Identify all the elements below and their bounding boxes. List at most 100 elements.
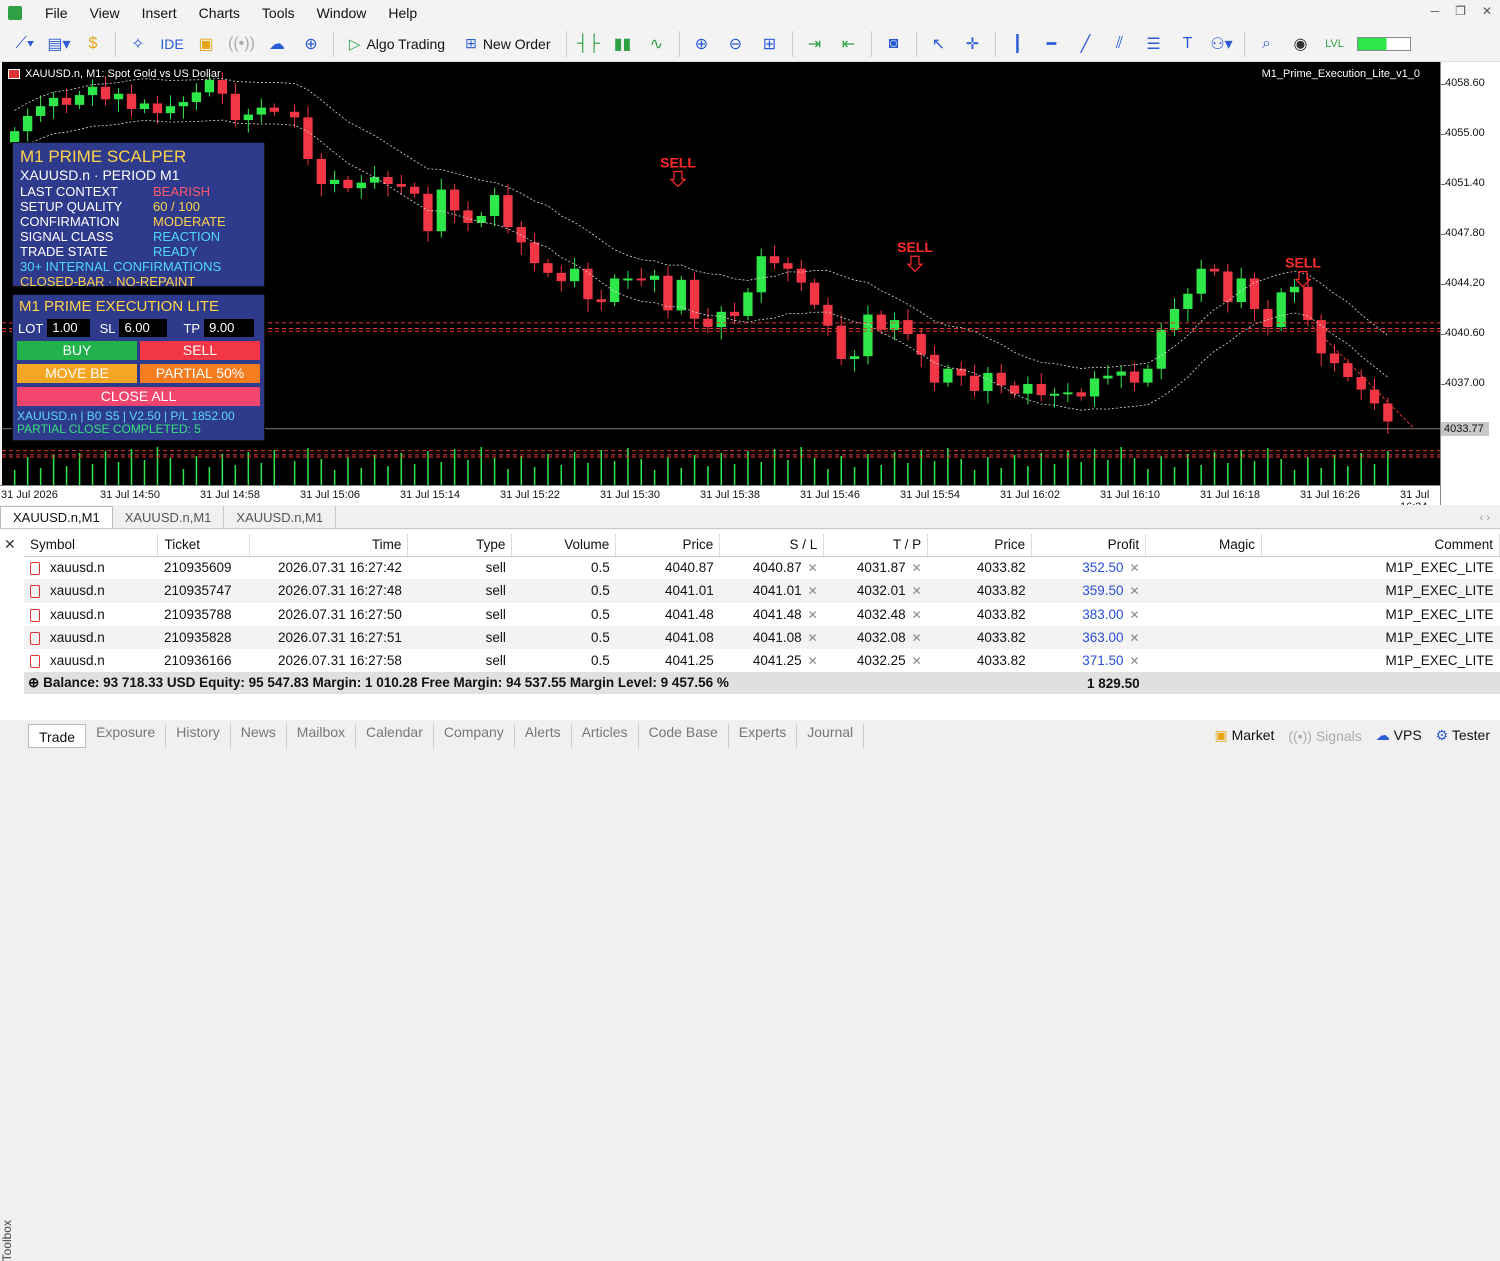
sell-button[interactable]: SELL [140, 341, 260, 360]
tab-scroll-arrows[interactable]: ‹ › [1470, 512, 1500, 528]
horizontal-line-icon[interactable]: ━ [1037, 30, 1067, 58]
toolbox-tab-history[interactable]: History [166, 723, 231, 748]
signal-level-icon[interactable]: LVL [1320, 30, 1350, 58]
position-row[interactable]: xauusd.n 210936166 2026.07.31 16:27:58 sell… [24, 649, 1500, 672]
toolbox-label[interactable]: Toolbox [0, 1220, 20, 1261]
zoom-out-icon[interactable]: ⊖ [721, 30, 751, 58]
close-toolbox-icon[interactable]: ✕ [4, 536, 16, 553]
expand-icon[interactable]: ⊕ [28, 675, 39, 690]
minimize-icon[interactable]: ─ [1431, 4, 1440, 18]
chart-tab[interactable]: XAUUSD.n,M1 [224, 506, 337, 528]
candlestick-icon[interactable]: ▮▮ [608, 30, 638, 58]
tp-cell[interactable]: 4032.25 ✕ [824, 649, 928, 672]
price-chart[interactable]: SELL SELL SELL XAUUSD.n, M1: Spot Gold vs … [2, 62, 1440, 505]
remove-tp-icon[interactable]: ✕ [912, 631, 922, 645]
text-tool-icon[interactable]: T [1173, 30, 1203, 58]
trend-line-icon[interactable]: ╱ [1071, 30, 1101, 58]
column-header[interactable]: T / P [823, 534, 929, 557]
column-header[interactable]: S / L [719, 534, 825, 557]
position-row[interactable]: xauusd.n 210935609 2026.07.31 16:27:42 sell… [24, 556, 1500, 579]
column-header[interactable]: Comment [1261, 534, 1500, 557]
sl-cell[interactable]: 4041.48 ✕ [720, 603, 824, 626]
column-header[interactable]: Price [615, 534, 721, 557]
crosshair-icon[interactable]: ✛ [958, 30, 988, 58]
sl-cell[interactable]: 4041.08 ✕ [719, 625, 824, 650]
restore-icon[interactable]: ❐ [1455, 4, 1466, 18]
remove-sl-icon[interactable]: ✕ [808, 631, 818, 645]
toolbox-tab-exposure[interactable]: Exposure [86, 723, 167, 748]
shapes-icon[interactable]: ⚇▾ [1207, 30, 1237, 58]
chart-shift-icon[interactable]: ⇤ [834, 30, 864, 58]
tp-cell[interactable]: 4032.08 ✕ [823, 625, 928, 650]
close-position-icon[interactable]: ✕ [1130, 631, 1140, 645]
profit-cell[interactable]: 371.50 ✕ [1032, 649, 1146, 672]
remove-sl-icon[interactable]: ✕ [808, 608, 818, 622]
sl-cell[interactable]: 4041.25 ✕ [720, 649, 824, 672]
move-be-button[interactable]: MOVE BE [17, 364, 137, 383]
remove-sl-icon[interactable]: ✕ [808, 654, 818, 668]
vertical-line-icon[interactable]: ┃ [1003, 30, 1033, 58]
tp-cell[interactable]: 4032.01 ✕ [823, 579, 928, 603]
toolbox-tab-trade[interactable]: Trade [28, 723, 87, 748]
line-chart-icon[interactable]: ∿ [642, 30, 672, 58]
screenshot-icon[interactable]: ◙ [879, 30, 909, 58]
profit-cell[interactable]: 383.00 ✕ [1032, 603, 1146, 626]
close-all-button[interactable]: CLOSE ALL [17, 387, 260, 406]
profit-cell[interactable]: 352.50 ✕ [1032, 556, 1146, 579]
algo-trading-button[interactable]: ▷ Algo Trading [341, 30, 453, 58]
toolbox-tab-calendar[interactable]: Calendar [356, 723, 434, 748]
market-icon[interactable]: $ [78, 30, 108, 58]
toolbox-tab-journal[interactable]: Journal [797, 723, 865, 748]
metaeditor-icon[interactable]: ✧ [123, 30, 153, 58]
menu-help[interactable]: Help [377, 5, 428, 21]
chart-tab[interactable]: XAUUSD.n,M1 [113, 506, 225, 528]
close-icon[interactable]: ✕ [1482, 4, 1492, 18]
chart-template-icon[interactable]: ▤▾ [44, 30, 74, 58]
tester-link[interactable]: ⚙ Tester [1436, 727, 1490, 744]
remove-tp-icon[interactable]: ✕ [912, 654, 922, 668]
market-link[interactable]: ▣ Market [1214, 727, 1274, 744]
menu-tools[interactable]: Tools [251, 5, 306, 21]
vps-cloud-icon[interactable]: ☁ [262, 30, 292, 58]
remove-sl-icon[interactable]: ✕ [808, 584, 818, 598]
remove-tp-icon[interactable]: ✕ [912, 584, 922, 598]
profit-cell[interactable]: 363.00 ✕ [1031, 625, 1146, 650]
buy-button[interactable]: BUY [17, 341, 137, 360]
column-header[interactable]: Price [927, 534, 1033, 557]
column-header[interactable]: Symbol [24, 534, 159, 557]
signals-link[interactable]: ((•)) Signals [1288, 728, 1361, 744]
toolbox-tab-code-base[interactable]: Code Base [639, 723, 729, 748]
menu-insert[interactable]: Insert [131, 5, 188, 21]
toolbox-tab-alerts[interactable]: Alerts [515, 723, 572, 748]
expert-advisor-name[interactable]: M1_Prime_Execution_Lite_v1_0 [1262, 68, 1420, 80]
bar-chart-icon[interactable]: ┤├ [574, 30, 604, 58]
chart-type-icon[interactable]: ⟋▾ [10, 30, 40, 58]
position-row[interactable]: xauusd.n 210935828 2026.07.31 16:27:51 sell… [24, 625, 1500, 650]
partial-close-button[interactable]: PARTIAL 50% [140, 364, 260, 383]
column-header[interactable]: Ticket [157, 534, 251, 557]
fibonacci-icon[interactable]: ☰ [1139, 30, 1169, 58]
column-header[interactable]: Volume [511, 534, 617, 557]
lot-input[interactable]: 1.00 [47, 319, 90, 337]
chart-tab[interactable]: XAUUSD.n,M1 [0, 506, 113, 528]
position-row[interactable]: xauusd.n 210935747 2026.07.31 16:27:48 sell… [24, 579, 1500, 603]
menu-charts[interactable]: Charts [188, 5, 251, 21]
remove-tp-icon[interactable]: ✕ [912, 608, 922, 622]
sl-cell[interactable]: 4041.01 ✕ [719, 579, 824, 603]
vps-link[interactable]: ☁ VPS [1376, 727, 1422, 744]
tp-cell[interactable]: 4031.87 ✕ [824, 556, 928, 579]
shopping-bag-icon[interactable]: ▣ [191, 30, 221, 58]
new-order-button[interactable]: ⊞ New Order [457, 30, 558, 58]
close-position-icon[interactable]: ✕ [1130, 561, 1140, 575]
account-icon[interactable]: ◉ [1286, 30, 1316, 58]
zoom-in-icon[interactable]: ⊕ [687, 30, 717, 58]
channel-icon[interactable]: ⫽ [1105, 30, 1135, 58]
tp-cell[interactable]: 4032.48 ✕ [824, 603, 928, 626]
tile-windows-icon[interactable]: ⊞ [755, 30, 785, 58]
remove-tp-icon[interactable]: ✕ [912, 561, 922, 575]
sl-cell[interactable]: 4040.87 ✕ [720, 556, 824, 579]
toolbox-tab-experts[interactable]: Experts [729, 723, 798, 748]
menu-file[interactable]: File [34, 5, 79, 21]
close-position-icon[interactable]: ✕ [1130, 584, 1140, 598]
position-row[interactable]: xauusd.n 210935788 2026.07.31 16:27:50 sell… [24, 603, 1500, 626]
